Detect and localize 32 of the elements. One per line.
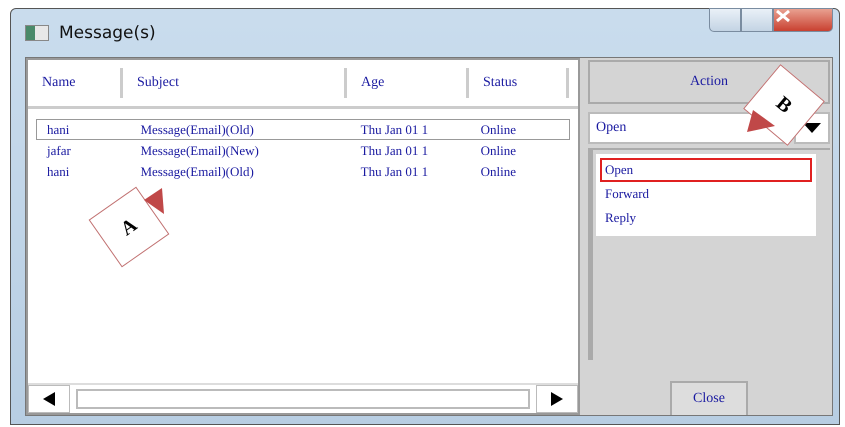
table-cell-text: Thu Jan 01 1 — [360, 122, 430, 138]
left-arrow-icon — [42, 391, 56, 407]
column-header[interactable]: Name — [28, 68, 123, 98]
table-cell-text: Message(Email)(Old) — [139, 164, 255, 180]
table-cell-text: hani — [46, 164, 70, 180]
window-title: Message(s) — [59, 23, 156, 43]
app-icon — [25, 25, 49, 41]
table-cell-text: Thu Jan 01 1 — [360, 164, 430, 180]
minimize-button[interactable] — [709, 8, 741, 32]
column-header[interactable]: Status — [469, 68, 569, 98]
list-option[interactable]: Open — [600, 158, 812, 182]
caret-icon — [803, 123, 821, 133]
table-cell-text: Online — [480, 122, 517, 138]
scroll-right-button[interactable] — [536, 385, 578, 413]
right-arrow-icon — [550, 391, 564, 407]
table-cell-text: Thu Jan 01 1 — [360, 142, 430, 158]
table-cell-text: hani — [46, 122, 70, 138]
close-icon — [774, 9, 792, 23]
close-button[interactable]: Close — [670, 381, 748, 415]
column-header[interactable]: Subject — [123, 68, 347, 98]
table-cell-text: jafar — [46, 142, 72, 158]
table-cell-text: Message(Email)(Old) — [139, 122, 255, 138]
scroll-left-button[interactable] — [28, 385, 70, 413]
list-option[interactable]: Forward — [600, 182, 812, 206]
column-header[interactable]: Age — [347, 68, 469, 98]
table-cell-text: Message(Email)(New) — [139, 142, 260, 158]
close-button[interactable] — [773, 8, 833, 32]
list-option[interactable]: Reply — [600, 206, 812, 230]
table-cell-text: Online — [480, 142, 517, 158]
table-cell-text: Online — [480, 164, 517, 180]
maximize-button[interactable] — [741, 8, 773, 32]
scrollbar-track[interactable] — [76, 389, 530, 409]
